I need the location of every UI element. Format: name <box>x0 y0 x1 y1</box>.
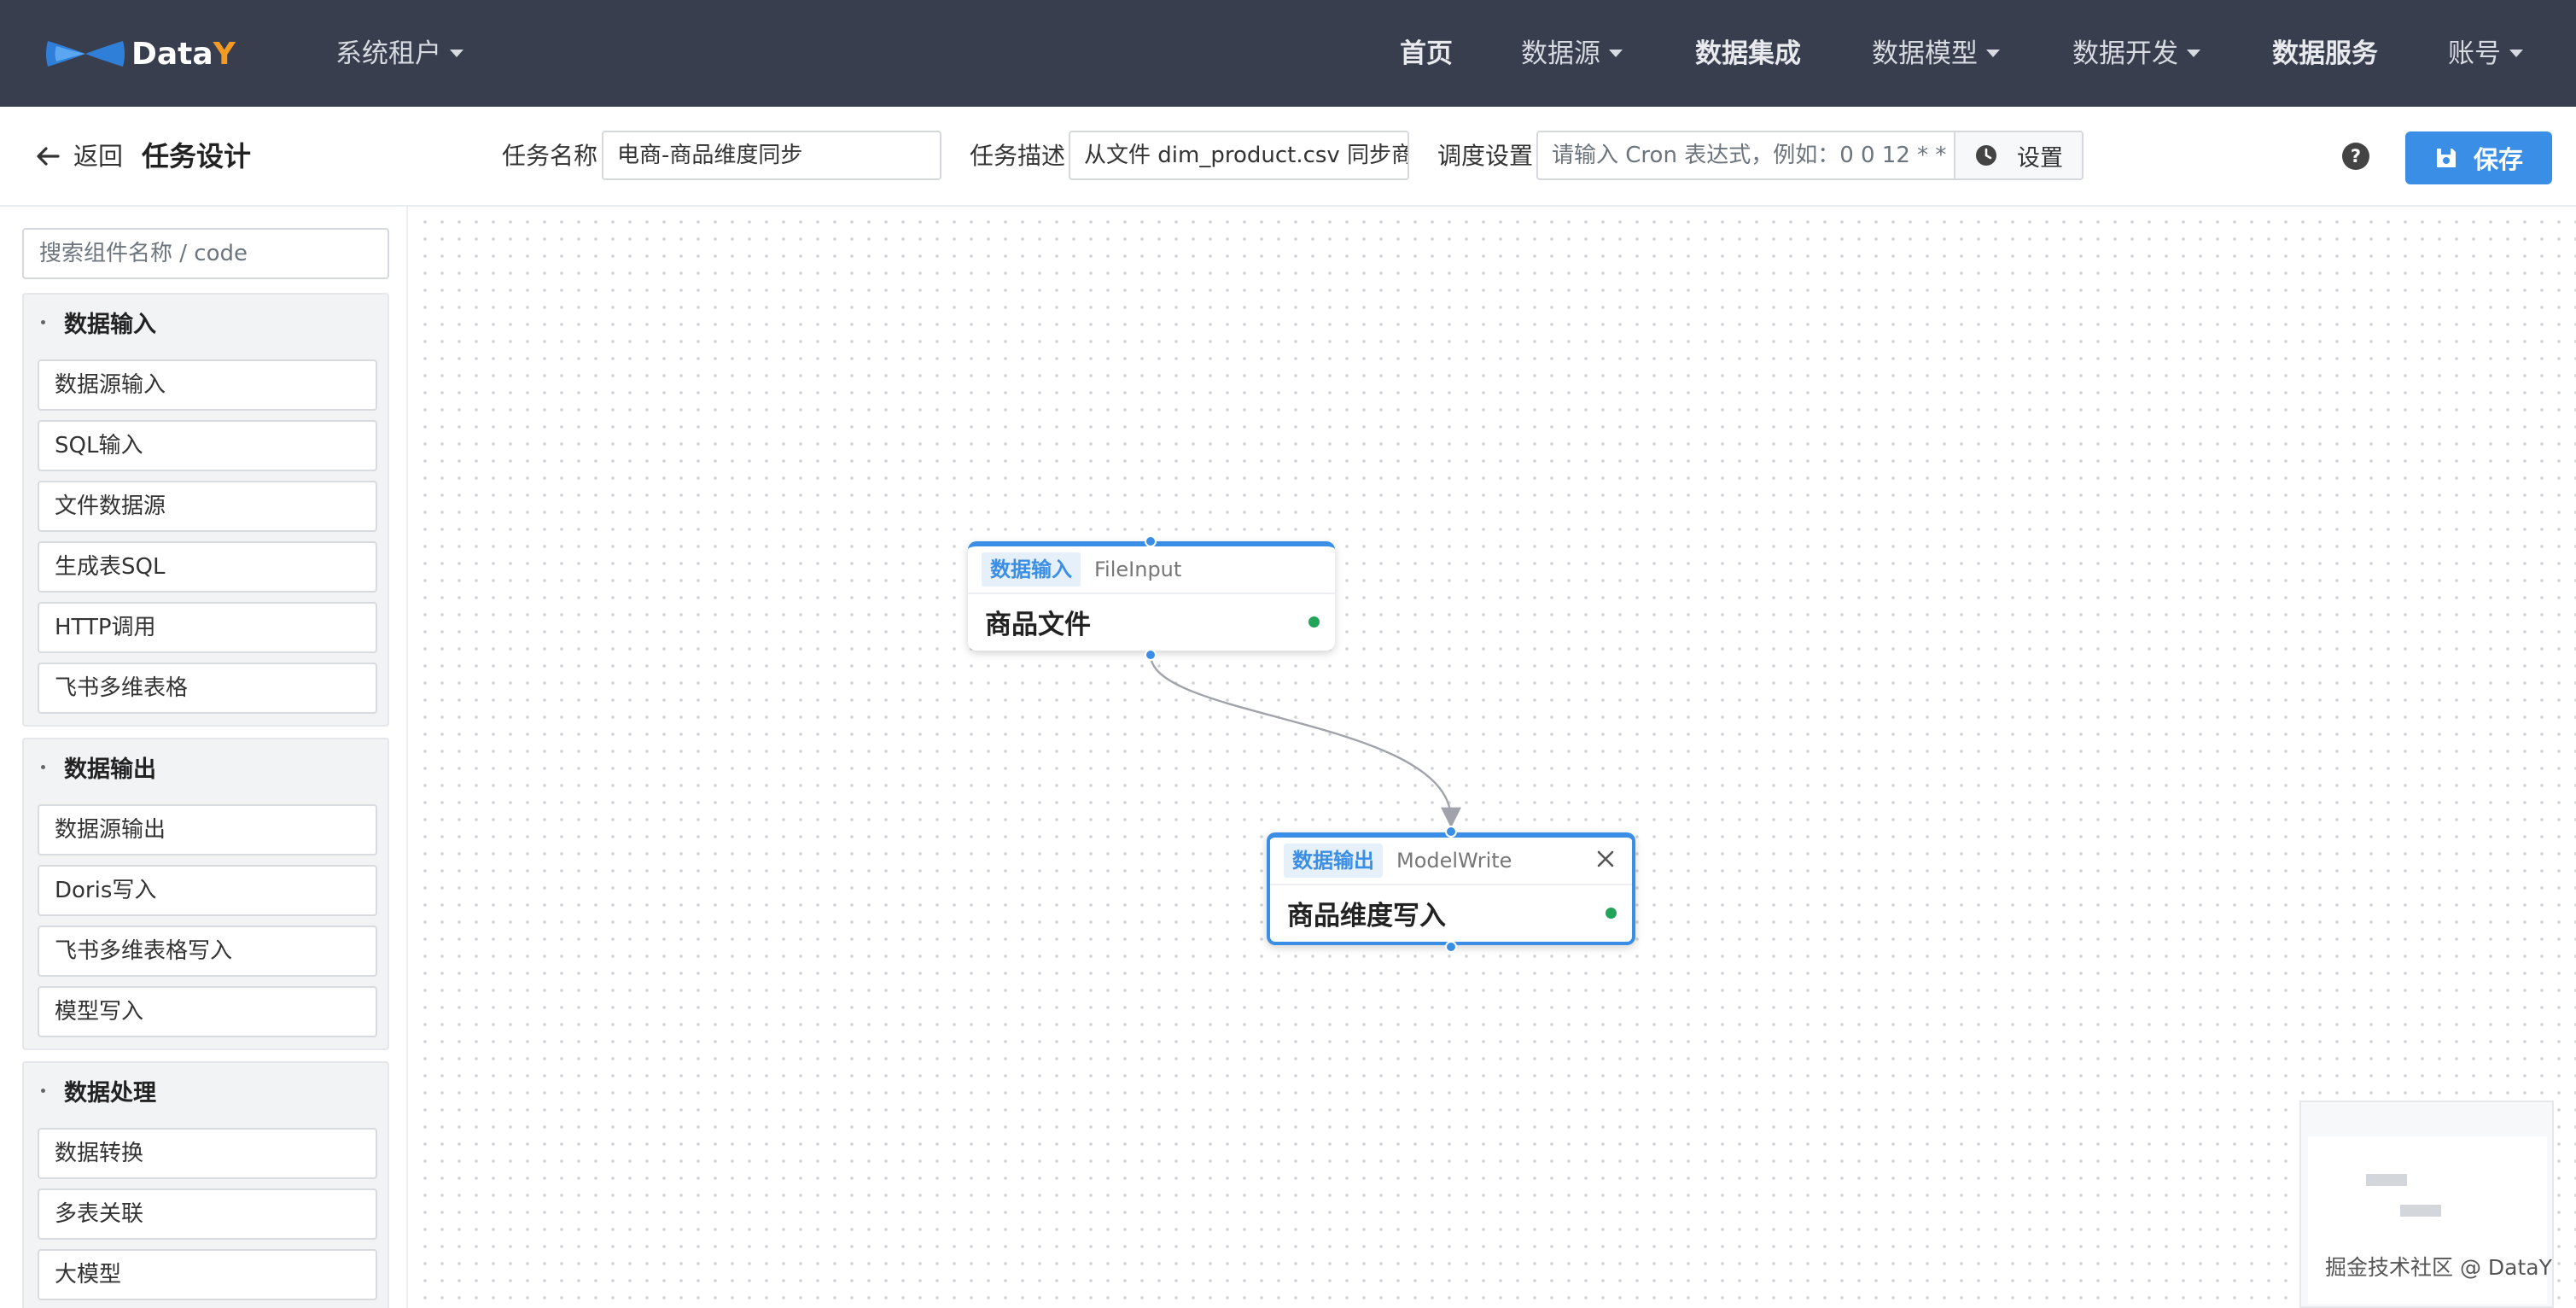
node-title: 商品维度写入 <box>1287 900 1446 931</box>
component-item[interactable]: 飞书多维表格写入 <box>38 926 377 977</box>
component-item[interactable]: SQL输入 <box>38 420 377 471</box>
logo-text: DataY <box>131 36 236 72</box>
svg-text:?: ? <box>2351 146 2361 166</box>
component-item[interactable]: 数据源输入 <box>38 359 377 411</box>
status-dot-icon <box>1606 908 1617 919</box>
floppy-disk-icon <box>2436 149 2456 167</box>
node-code: FileInput <box>1094 558 1182 581</box>
schedule-label: 调度设置 <box>1437 142 1534 170</box>
node-type-tag: 数据输入 <box>982 552 1081 587</box>
back-link[interactable]: 返回 <box>73 141 123 172</box>
chevron-down-icon <box>2187 50 2200 57</box>
node-body: 商品文件 <box>968 594 1335 649</box>
nav-account[interactable]: 账号 <box>2448 34 2523 73</box>
node-type-tag: 数据输出 <box>1284 844 1383 878</box>
task-name-label: 任务名称 <box>502 142 598 170</box>
component-item[interactable]: 生成表SQL <box>38 541 377 593</box>
close-icon[interactable] <box>1594 848 1617 870</box>
component-item[interactable]: Doris写入 <box>38 865 377 916</box>
component-item[interactable]: 文件数据源 <box>38 481 377 532</box>
group-header[interactable]: 数据输出 <box>24 739 388 794</box>
flow-node-file-input[interactable]: 数据输入 FileInput 商品文件 <box>968 541 1335 651</box>
component-item[interactable]: 数据源输出 <box>38 804 377 855</box>
component-item[interactable]: 模型写入 <box>38 986 377 1037</box>
nav-service[interactable]: 数据服务 <box>2272 34 2378 73</box>
page-title: 任务设计 <box>142 140 252 172</box>
save-label: 保存 <box>2473 145 2523 174</box>
node-header: 数据输出 ModelWrite <box>1270 838 1632 885</box>
chevron-down-icon <box>1609 50 1623 57</box>
node-header: 数据输入 FileInput <box>968 546 1335 594</box>
minimap-node <box>2400 1205 2441 1217</box>
node-input-port[interactable] <box>1145 535 1157 547</box>
component-search-input[interactable]: 搜索组件名称 / code <box>22 228 389 279</box>
schedule-settings-button[interactable]: 设置 <box>1954 131 2084 180</box>
task-toolbar: 返回 任务设计 任务名称 电商-商品维度同步 任务描述 从文件 dim_prod… <box>0 107 2576 207</box>
settings-label: 设置 <box>2017 144 2063 172</box>
watermark-text: 掘金技术社区 @ DataY <box>2325 1255 2552 1280</box>
group-data-input: 数据输入 数据源输入 SQL输入 文件数据源 生成表SQL HTTP调用 飞书多… <box>22 293 389 727</box>
task-desc-label: 任务描述 <box>970 142 1066 170</box>
nav-integration[interactable]: 数据集成 <box>1695 34 1801 73</box>
node-title: 商品文件 <box>985 609 1091 640</box>
chevron-down-icon <box>1986 50 2000 57</box>
nav-datasource[interactable]: 数据源 <box>1521 34 1623 73</box>
group-header[interactable]: 数据处理 <box>24 1063 388 1118</box>
arrow-left-icon[interactable] <box>32 141 63 172</box>
collapse-dot-icon <box>41 764 45 769</box>
nav-datamodel[interactable]: 数据模型 <box>1872 34 2000 73</box>
clock-icon <box>1976 145 1996 166</box>
group-title: 数据输入 <box>64 311 156 338</box>
group-data-processing: 数据处理 数据转换 多表关联 大模型 <box>22 1061 389 1308</box>
node-output-port[interactable] <box>1445 941 1457 953</box>
nav-development[interactable]: 数据开发 <box>2072 34 2200 73</box>
group-data-output: 数据输出 数据源输出 Doris写入 飞书多维表格写入 模型写入 <box>22 738 389 1050</box>
component-item[interactable]: 数据转换 <box>38 1128 377 1179</box>
component-sidebar: 搜索组件名称 / code 数据输入 数据源输入 SQL输入 文件数据源 生成表… <box>0 207 408 1308</box>
component-item[interactable]: 大模型 <box>38 1249 377 1300</box>
node-output-port[interactable] <box>1145 649 1157 661</box>
component-item[interactable]: 多表关联 <box>38 1188 377 1240</box>
component-item[interactable]: HTTP调用 <box>38 602 377 653</box>
group-title: 数据输出 <box>64 756 156 783</box>
status-dot-icon <box>1308 616 1320 628</box>
chevron-down-icon <box>2509 50 2523 57</box>
flow-node-model-write[interactable]: 数据输出 ModelWrite 商品维度写入 <box>1267 832 1635 945</box>
save-button[interactable]: 保存 <box>2405 131 2552 184</box>
collapse-dot-icon <box>41 319 45 324</box>
chevron-down-icon <box>450 50 463 57</box>
group-header[interactable]: 数据输入 <box>24 295 388 349</box>
top-navbar: DataY 系统租户 首页 数据源 数据集成 数据模型 数据开发 数据服务 账号 <box>0 0 2576 107</box>
node-input-port[interactable] <box>1445 826 1457 838</box>
task-desc-input[interactable]: 从文件 dim_product.csv 同步商 <box>1069 131 1409 180</box>
node-code: ModelWrite <box>1396 849 1512 873</box>
edge-layer <box>1149 654 1461 828</box>
app-logo[interactable]: DataY <box>44 32 236 75</box>
cron-input[interactable]: 请输入 Cron 表达式，例如：0 0 12 * * ? <box>1536 131 1955 180</box>
nav-home[interactable]: 首页 <box>1400 34 1453 73</box>
node-connection-edge[interactable] <box>1149 654 1461 828</box>
group-title: 数据处理 <box>64 1079 156 1107</box>
component-item[interactable]: 飞书多维表格 <box>38 663 377 714</box>
logo-icon <box>46 41 125 67</box>
flow-canvas[interactable]: 数据输入 FileInput 商品文件 数据输出 ModelWrite 商品维度… <box>410 207 2576 1308</box>
node-body: 商品维度写入 <box>1270 885 1632 940</box>
help-icon[interactable]: ? <box>2341 142 2370 171</box>
minimap-node <box>2366 1174 2407 1186</box>
nav-tenant-dropdown[interactable]: 系统租户 <box>335 34 463 73</box>
task-name-input[interactable]: 电商-商品维度同步 <box>602 131 941 180</box>
collapse-dot-icon <box>41 1088 45 1093</box>
